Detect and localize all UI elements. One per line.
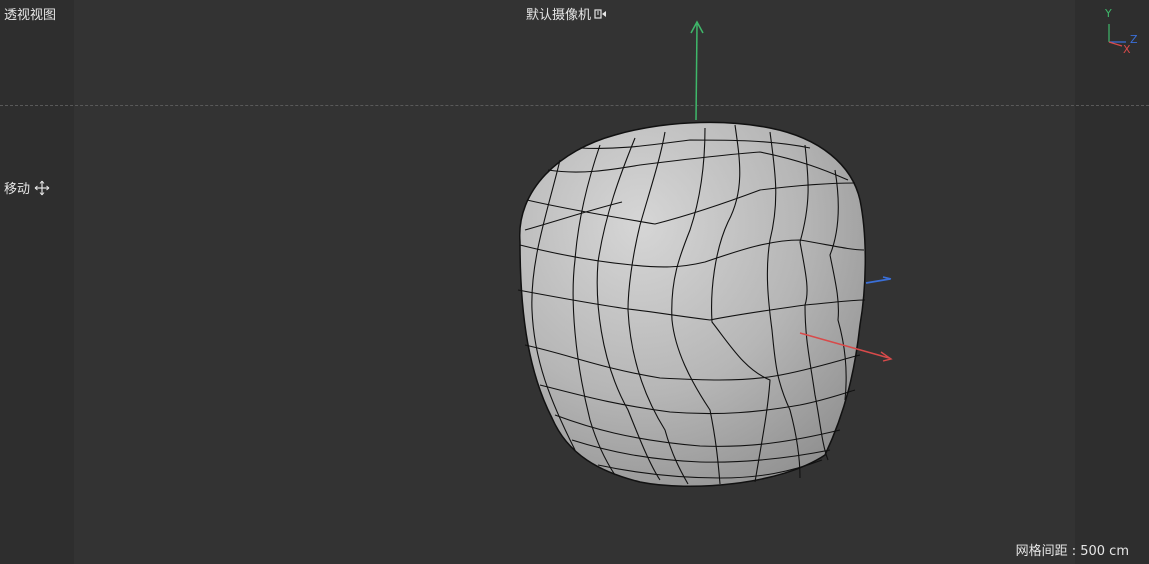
camera-icon[interactable] [594, 7, 608, 21]
axis-z-label: Z [1130, 33, 1138, 46]
axis-y-label: Y [1104, 7, 1112, 20]
viewport[interactable]: 透视视图 默认摄像机 移动 Y Z X 网格间距 : 500 cm [0, 0, 1149, 564]
gizmo-z-arrow[interactable] [882, 276, 892, 280]
active-tool-indicator: 移动 [4, 178, 50, 197]
grid-spacing-readout: 网格间距 : 500 cm [1015, 544, 1129, 559]
active-tool-label: 移动 [4, 182, 31, 197]
axis-gizmo-icon: Y Z X [1104, 7, 1138, 56]
viewport-title[interactable]: 透视视图 [4, 4, 56, 23]
camera-selector[interactable]: 默认摄像机 [524, 4, 611, 23]
move-icon [34, 180, 50, 195]
scene[interactable] [0, 0, 1149, 564]
camera-label: 默认摄像机 [526, 8, 592, 23]
axis-x-label: X [1123, 43, 1131, 56]
gizmo-y-axis[interactable] [695, 23, 698, 121]
gizmo-z-axis[interactable] [865, 278, 891, 284]
